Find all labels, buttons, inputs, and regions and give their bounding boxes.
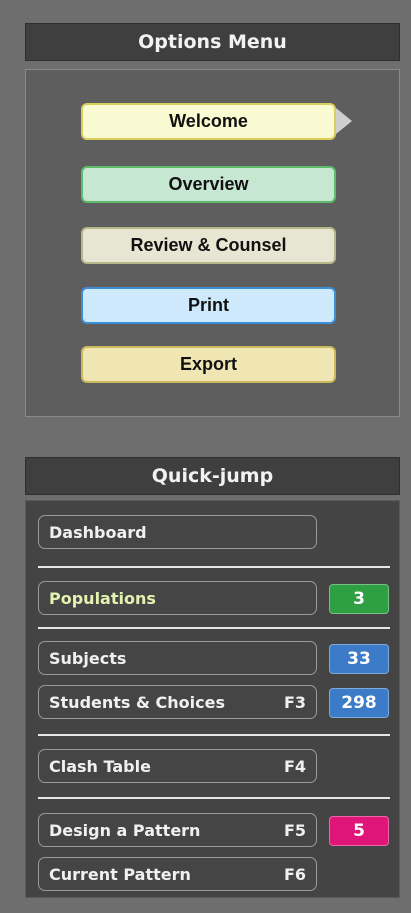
populations-count-badge: 3: [329, 584, 389, 614]
current-pattern-shortcut: F6: [283, 864, 306, 884]
divider: [38, 627, 390, 629]
subjects-button[interactable]: Subjects: [38, 641, 317, 675]
populations-label: Populations: [49, 588, 156, 608]
options-menu-title: Options Menu: [25, 23, 400, 61]
clash-table-shortcut: F4: [283, 756, 306, 776]
populations-button[interactable]: Populations: [38, 581, 317, 615]
options-menu-panel: Welcome Overview Review & Counsel Print …: [25, 69, 400, 417]
clash-table-label: Clash Table: [49, 756, 151, 776]
export-button[interactable]: Export: [81, 346, 336, 383]
overview-button[interactable]: Overview: [81, 166, 336, 203]
quick-jump-title: Quick-jump: [25, 457, 400, 495]
design-pattern-count-badge: 5: [329, 816, 389, 846]
review-counsel-button[interactable]: Review & Counsel: [81, 227, 336, 264]
selected-arrow-icon: [336, 108, 352, 134]
current-pattern-label: Current Pattern: [49, 864, 191, 884]
design-pattern-shortcut: F5: [283, 820, 306, 840]
subjects-count-badge: 33: [329, 644, 389, 674]
dashboard-label: Dashboard: [49, 522, 147, 542]
divider: [38, 566, 390, 568]
divider: [38, 797, 390, 799]
students-choices-label: Students & Choices: [49, 692, 225, 712]
subjects-label: Subjects: [49, 648, 127, 668]
students-count-badge: 298: [329, 688, 389, 718]
print-button[interactable]: Print: [81, 287, 336, 324]
dashboard-button[interactable]: Dashboard: [38, 515, 317, 549]
welcome-button[interactable]: Welcome: [81, 103, 336, 140]
current-pattern-button[interactable]: Current Pattern F6: [38, 857, 317, 891]
clash-table-button[interactable]: Clash Table F4: [38, 749, 317, 783]
students-choices-button[interactable]: Students & Choices F3: [38, 685, 317, 719]
design-pattern-label: Design a Pattern: [49, 820, 201, 840]
divider: [38, 734, 390, 736]
design-pattern-button[interactable]: Design a Pattern F5: [38, 813, 317, 847]
quick-jump-panel: Dashboard Populations 3 Subjects 33 Stud…: [25, 500, 400, 898]
students-choices-shortcut: F3: [283, 692, 306, 712]
